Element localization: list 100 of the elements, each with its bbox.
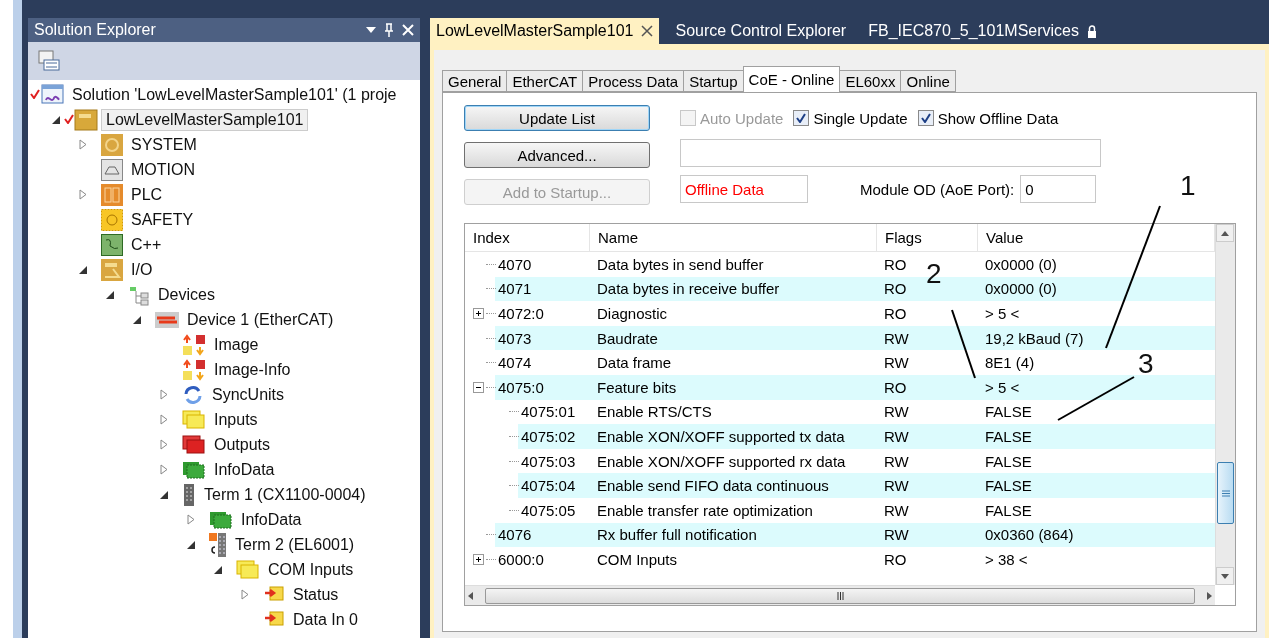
expanded-arrow-icon[interactable] [133,315,141,324]
tab[interactable]: EtherCAT [506,70,584,92]
collapsed-arrow-icon[interactable] [79,139,87,150]
tree-item[interactable]: InfoData [236,508,307,531]
terminal-icon [182,483,196,506]
checkbox[interactable]: Single Update [793,109,908,127]
tab[interactable]: Process Data [582,70,685,92]
tree-item[interactable]: SAFETY [126,208,199,231]
table-cell-text: RW [883,329,909,347]
expanded-arrow-icon[interactable] [79,265,87,274]
horizontal-scrollbar[interactable] [465,585,1215,605]
text-field[interactable] [680,139,1101,167]
vertical-scrollbar[interactable] [1215,224,1235,585]
tab[interactable]: Startup [683,70,744,92]
tree-item[interactable]: Inputs [209,408,263,431]
tree-item[interactable]: Term 2 (EL6001) [230,533,360,556]
tree-item[interactable]: Image-Info [209,358,296,381]
dropdown-icon[interactable] [366,27,376,33]
expanded-arrow-icon[interactable] [160,490,168,499]
safety-icon [101,208,123,231]
collapsed-arrow-icon[interactable] [79,189,87,200]
tree-item[interactable]: Data In 0 [288,608,363,631]
properties-icon[interactable] [38,50,60,72]
solution-icon [40,83,64,106]
column-header[interactable]: Index [465,224,590,251]
collapse-icon[interactable] [473,381,484,393]
io-icon [101,258,123,281]
document-tab[interactable]: LowLevelMasterSample101 [430,18,660,44]
scroll-thumb[interactable] [1217,462,1234,524]
expanded-arrow-icon[interactable] [187,540,195,549]
column-header[interactable]: Flags [877,224,978,251]
tree-item[interactable]: Status [288,583,344,606]
scroll-thumb[interactable] [485,587,1195,604]
down-arrow-icon [1221,573,1229,579]
expand-icon[interactable] [473,553,484,565]
network-device-icon [155,309,179,330]
close-icon[interactable] [641,25,654,37]
document-tab[interactable]: Source Control Explorer [669,18,853,44]
table-cell: 4075:0 [498,378,544,396]
scroll-down-button[interactable] [1216,567,1234,585]
tree-item[interactable]: SYSTEM [126,133,202,156]
table-cell: 4073 [498,329,532,347]
table-cell: 4075:03 [521,452,576,470]
collapsed-arrow-icon[interactable] [160,439,168,450]
table-cell-text: Baudrate [596,329,658,347]
checkbox[interactable]: Show Offline Data [917,109,1059,127]
collapsed-arrow-icon[interactable] [160,464,168,475]
column-header[interactable]: Name [590,224,877,251]
expanded-arrow-icon[interactable] [106,290,114,299]
tree-item[interactable]: Device 1 (EtherCAT) [182,308,339,331]
table-cell-text: Enable transfer rate optimization [596,501,813,519]
table-cell-text: Diagnostic [596,305,668,322]
tree-item[interactable]: PLC [126,183,168,206]
collapsed-arrow-icon[interactable] [241,589,249,600]
info-data-icon [182,459,206,480]
table-cell-text: 0x0000 (0) [984,280,1057,298]
tree-item[interactable]: C++ [126,233,167,256]
outputs-folder-icon [182,434,206,455]
tab[interactable]: CoE - Online [742,66,841,92]
tab[interactable]: General [442,70,508,92]
tree-item[interactable]: Devices [153,283,220,306]
pin-icon[interactable] [384,23,394,37]
table-cell: 4076 [498,526,532,544]
tree-item[interactable]: SyncUnits [207,383,290,406]
expanded-arrow-icon[interactable] [214,565,222,574]
table-cell: 4075:02 [521,427,576,445]
table-cell: 4075:04 [521,477,576,495]
tree-item[interactable]: Solution 'LowLevelMasterSample101' (1 proje [67,83,402,106]
tree-item[interactable]: InfoData [209,458,280,481]
table-cell-text: Enable RTS/CTS [596,403,712,421]
tree-item[interactable]: Term 1 (CX1100-0004) [199,483,371,506]
code-icon [101,233,123,256]
sync-icon [182,383,204,406]
tree-item[interactable]: Outputs [209,433,276,456]
check-icon [920,113,931,123]
plc-icon [101,183,123,206]
process-image-icon [182,358,206,381]
collapsed-arrow-icon[interactable] [187,514,195,525]
tree-item[interactable]: COM Inputs [263,558,359,581]
table-cell-text: > 5 < [984,378,1020,396]
tab[interactable]: EL60xx [839,70,902,92]
tree-item[interactable]: LowLevelMasterSample101 [101,108,309,131]
tab[interactable]: Online [900,70,956,92]
tree-item[interactable]: Image [209,333,264,356]
collapsed-arrow-icon[interactable] [160,414,168,425]
table-cell-text: FALSE [984,501,1032,519]
tree-item[interactable]: I/O [126,258,158,281]
tree-item[interactable]: MOTION [126,158,200,181]
document-tab[interactable]: FB_IEC870_5_101MServices [862,18,1103,44]
scroll-up-button[interactable] [1216,224,1234,242]
expand-icon[interactable] [473,308,484,319]
port-field[interactable]: 0 [1020,175,1097,203]
action-button[interactable]: Update List [464,105,650,131]
expanded-arrow-icon[interactable] [52,115,60,124]
collapsed-arrow-icon[interactable] [160,389,168,400]
table-cell: 4075:05 [521,501,576,519]
table-cell-text: RW [883,477,909,495]
table-cell-text: RO [883,280,907,298]
action-button[interactable]: Advanced... [464,142,650,168]
info-data-icon [209,509,233,530]
